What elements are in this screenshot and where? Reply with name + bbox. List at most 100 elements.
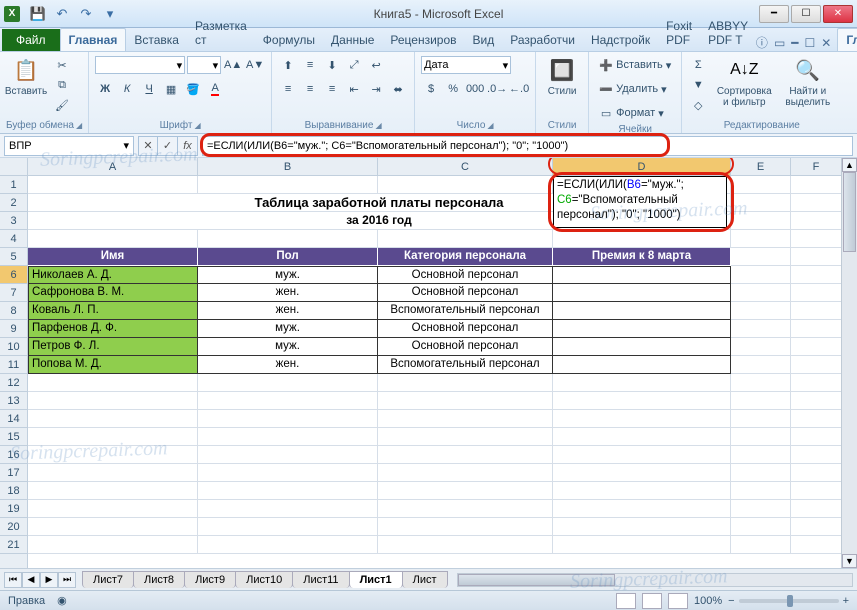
sheet-tab-Лист9[interactable]: Лист9 bbox=[184, 571, 236, 588]
merge-icon[interactable]: ⬌ bbox=[388, 80, 408, 98]
name-cell[interactable]: Коваль Л. П. bbox=[28, 302, 198, 320]
formula-input[interactable]: =ЕСЛИ(ИЛИ(B6="муж."; C6="Вспомогательный… bbox=[202, 136, 853, 156]
row-header-4[interactable]: 4 bbox=[0, 230, 27, 248]
cell[interactable] bbox=[378, 536, 553, 554]
redo-icon[interactable]: ↷ bbox=[76, 4, 96, 24]
cell[interactable] bbox=[731, 374, 791, 392]
underline-button[interactable]: Ч bbox=[139, 80, 159, 98]
cell[interactable] bbox=[731, 248, 791, 266]
cell[interactable] bbox=[791, 248, 842, 266]
file-tab[interactable]: Файл bbox=[2, 29, 60, 51]
format-painter-icon[interactable]: 🖌 bbox=[52, 96, 72, 114]
cell[interactable] bbox=[731, 266, 791, 284]
cat-cell[interactable]: Основной персонал bbox=[378, 284, 553, 302]
table-header-2[interactable]: Категория персонала bbox=[378, 248, 553, 266]
cell[interactable] bbox=[28, 536, 198, 554]
table-header-1[interactable]: Пол bbox=[198, 248, 378, 266]
save-icon[interactable]: 💾 bbox=[28, 4, 48, 24]
align-top-icon[interactable]: ⬆ bbox=[278, 56, 298, 74]
row-header-20[interactable]: 20 bbox=[0, 518, 27, 536]
col-header-A[interactable]: A bbox=[28, 158, 198, 175]
cell[interactable] bbox=[731, 464, 791, 482]
grow-font-icon[interactable]: A▲ bbox=[223, 56, 243, 74]
sheet-nav-3[interactable]: ⏭ bbox=[58, 572, 76, 588]
row-header-7[interactable]: 7 bbox=[0, 284, 27, 302]
cell[interactable] bbox=[378, 392, 553, 410]
cell[interactable] bbox=[731, 482, 791, 500]
cell[interactable] bbox=[378, 176, 553, 194]
bonus-cell[interactable] bbox=[553, 356, 731, 374]
dialog-launcher-icon[interactable]: ◢ bbox=[76, 121, 82, 130]
zoom-slider[interactable] bbox=[739, 599, 839, 603]
sex-cell[interactable]: муж. bbox=[198, 338, 378, 356]
workbook-max-icon[interactable]: ☐ bbox=[805, 36, 816, 50]
horizontal-scrollbar[interactable] bbox=[457, 573, 853, 587]
dialog-launcher-icon[interactable]: ◢ bbox=[487, 121, 493, 130]
qat-more-icon[interactable]: ▾ bbox=[100, 4, 120, 24]
cell[interactable] bbox=[198, 446, 378, 464]
cell[interactable] bbox=[28, 392, 198, 410]
cell[interactable] bbox=[791, 518, 842, 536]
ribbon-tab-3[interactable]: Формулы bbox=[255, 29, 323, 51]
row-header-9[interactable]: 9 bbox=[0, 320, 27, 338]
wrap-text-icon[interactable]: ↩ bbox=[366, 56, 386, 74]
col-header-E[interactable]: E bbox=[731, 158, 791, 175]
cell[interactable] bbox=[198, 500, 378, 518]
align-bottom-icon[interactable]: ⬇ bbox=[322, 56, 342, 74]
font-name-combo[interactable]: ▾ bbox=[95, 56, 185, 74]
name-cell[interactable]: Петров Ф. Л. bbox=[28, 338, 198, 356]
cell[interactable] bbox=[791, 230, 842, 248]
copy-icon[interactable]: ⧉ bbox=[52, 76, 72, 94]
bonus-cell[interactable] bbox=[553, 320, 731, 338]
cell[interactable] bbox=[553, 518, 731, 536]
sheet-nav-2[interactable]: ▶ bbox=[40, 572, 58, 588]
comma-icon[interactable]: 000 bbox=[465, 80, 485, 98]
cell[interactable] bbox=[731, 320, 791, 338]
cell[interactable] bbox=[731, 356, 791, 374]
cell[interactable] bbox=[553, 374, 731, 392]
cell[interactable] bbox=[791, 500, 842, 518]
scroll-up-icon[interactable]: ▲ bbox=[842, 158, 857, 172]
sheet-tab-Лист10[interactable]: Лист10 bbox=[235, 571, 293, 588]
cell[interactable] bbox=[198, 176, 378, 194]
sheet-nav-1[interactable]: ◀ bbox=[22, 572, 40, 588]
cell[interactable] bbox=[553, 428, 731, 446]
cell[interactable] bbox=[791, 194, 842, 212]
border-icon[interactable]: ▦ bbox=[161, 80, 181, 98]
cell[interactable] bbox=[378, 374, 553, 392]
sheet-nav-0[interactable]: ⏮ bbox=[4, 572, 22, 588]
percent-icon[interactable]: % bbox=[443, 80, 463, 98]
dialog-launcher-icon[interactable]: ◢ bbox=[375, 121, 381, 130]
cell[interactable] bbox=[731, 518, 791, 536]
align-right-icon[interactable]: ≡ bbox=[322, 80, 342, 98]
row-header-2[interactable]: 2 bbox=[0, 194, 27, 212]
normal-view-icon[interactable] bbox=[616, 593, 636, 609]
insert-cells-button[interactable]: ➕Вставить▾ bbox=[595, 56, 675, 74]
cell-edit-box[interactable]: =ЕСЛИ(ИЛИ(B6="муж."; C6="Вспомогательный… bbox=[553, 176, 727, 228]
cell[interactable] bbox=[553, 500, 731, 518]
cell[interactable] bbox=[731, 446, 791, 464]
row-header-18[interactable]: 18 bbox=[0, 482, 27, 500]
clear-icon[interactable]: ◇ bbox=[688, 96, 708, 114]
cell[interactable] bbox=[198, 410, 378, 428]
cut-icon[interactable]: ✂ bbox=[52, 56, 72, 74]
bonus-cell[interactable] bbox=[553, 284, 731, 302]
row-header-17[interactable]: 17 bbox=[0, 464, 27, 482]
cell[interactable] bbox=[378, 500, 553, 518]
zoom-out-button[interactable]: − bbox=[728, 595, 734, 607]
help-icon[interactable]: ⓘ bbox=[756, 34, 768, 51]
ribbon-tab-10[interactable]: ABBYY PDF T bbox=[700, 15, 756, 51]
bonus-cell[interactable] bbox=[553, 266, 731, 284]
cell[interactable] bbox=[731, 212, 791, 230]
cell[interactable] bbox=[198, 428, 378, 446]
col-header-C[interactable]: C bbox=[378, 158, 553, 175]
undo-icon[interactable]: ↶ bbox=[52, 4, 72, 24]
sheet-tab-Лист7[interactable]: Лист7 bbox=[82, 571, 134, 588]
font-size-combo[interactable]: ▾ bbox=[187, 56, 221, 74]
cell[interactable] bbox=[378, 446, 553, 464]
scroll-thumb[interactable] bbox=[843, 172, 856, 252]
name-cell[interactable]: Парфенов Д. Ф. bbox=[28, 320, 198, 338]
cell[interactable] bbox=[28, 374, 198, 392]
cell[interactable] bbox=[791, 410, 842, 428]
currency-icon[interactable]: $ bbox=[421, 80, 441, 98]
